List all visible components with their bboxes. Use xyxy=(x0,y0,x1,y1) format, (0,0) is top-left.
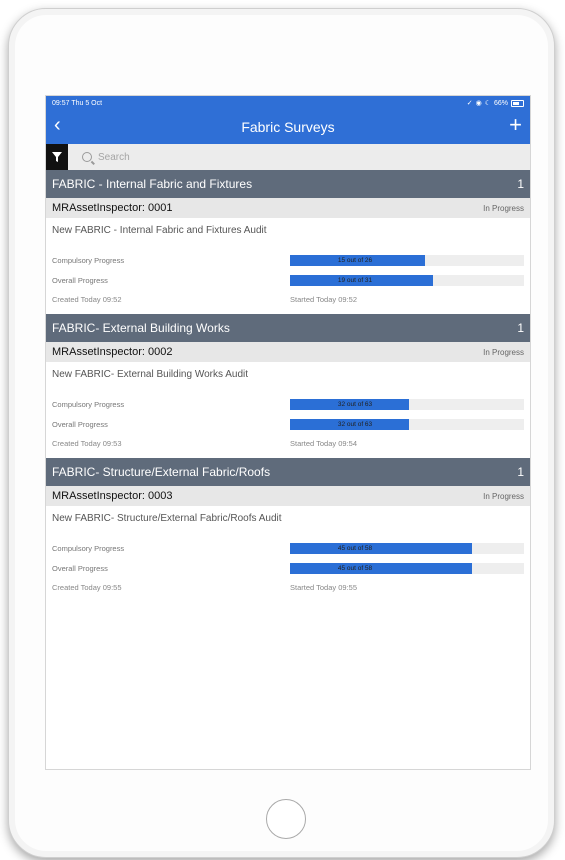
wifi-icon: ✓ xyxy=(466,100,473,107)
section-header[interactable]: FABRIC- External Building Works 1 xyxy=(46,314,530,342)
filter-icon xyxy=(52,152,62,162)
compulsory-progress-row: Compulsory Progress 32 out of 63 xyxy=(52,398,524,410)
status-bar: 09:57 Thu 5 Oct ✓ ◉ ☾ 66% xyxy=(46,96,530,110)
compulsory-progress-text: 45 out of 58 xyxy=(337,544,373,552)
overall-progress-text: 45 out of 58 xyxy=(337,564,373,572)
overall-progress-text: 32 out of 63 xyxy=(337,420,373,428)
search-bar: Search xyxy=(46,144,530,170)
battery-icon xyxy=(511,99,524,107)
audit-card[interactable]: New FABRIC - Internal Fabric and Fixture… xyxy=(46,218,530,314)
search-input[interactable]: Search xyxy=(72,147,526,167)
status-time: 09:57 Thu 5 Oct xyxy=(52,99,103,107)
section-title: FABRIC- Structure/External Fabric/Roofs xyxy=(52,465,271,479)
section-count: 1 xyxy=(517,321,524,335)
search-icon xyxy=(82,152,92,162)
compulsory-progress-row: Compulsory Progress 45 out of 58 xyxy=(52,542,524,554)
section-header[interactable]: FABRIC - Internal Fabric and Fixtures 1 xyxy=(46,170,530,198)
audit-card[interactable]: New FABRIC- External Building Works Audi… xyxy=(46,362,530,458)
section-count: 1 xyxy=(517,177,524,191)
navigation-bar: ‹ Fabric Surveys + xyxy=(46,110,530,144)
status-badge: In Progress xyxy=(483,347,524,357)
audit-title: New FABRIC - Internal Fabric and Fixture… xyxy=(52,225,267,236)
overall-progress-bar: 32 out of 63 xyxy=(290,418,524,430)
overall-progress-text: 19 out of 31 xyxy=(337,276,373,284)
survey-section: FABRIC- Structure/External Fabric/Roofs … xyxy=(46,458,530,602)
battery-percent: 66% xyxy=(493,99,508,107)
audit-title: New FABRIC- Structure/External Fabric/Ro… xyxy=(52,513,282,524)
inspector-row[interactable]: MRAssetInspector: 0003 In Progress xyxy=(46,486,530,506)
created-timestamp: Created Today 09:55 xyxy=(52,583,122,592)
survey-section: FABRIC- External Building Works 1 MRAsse… xyxy=(46,314,530,458)
compulsory-progress-bar: 45 out of 58 xyxy=(290,542,524,554)
audit-card[interactable]: New FABRIC- Structure/External Fabric/Ro… xyxy=(46,506,530,602)
section-title: FABRIC - Internal Fabric and Fixtures xyxy=(52,177,253,191)
section-title: FABRIC- External Building Works xyxy=(52,321,230,335)
inspector-id: MRAssetInspector: 0003 xyxy=(52,490,173,502)
compulsory-progress-label: Compulsory Progress xyxy=(52,399,125,409)
inspector-row[interactable]: MRAssetInspector: 0001 In Progress xyxy=(46,198,530,218)
status-badge: In Progress xyxy=(483,491,524,501)
home-button[interactable] xyxy=(266,799,306,839)
status-indicators: ✓ ◉ ☾ 66% xyxy=(467,99,524,107)
survey-list: FABRIC - Internal Fabric and Fixtures 1 … xyxy=(46,170,530,602)
inspector-id: MRAssetInspector: 0001 xyxy=(52,202,173,214)
compulsory-progress-label: Compulsory Progress xyxy=(52,543,125,553)
started-timestamp: Started Today 09:54 xyxy=(290,439,357,448)
search-placeholder: Search xyxy=(98,151,130,163)
compulsory-progress-text: 32 out of 63 xyxy=(337,400,373,408)
overall-progress-row: Overall Progress 45 out of 58 xyxy=(52,562,524,574)
overall-progress-bar: 45 out of 58 xyxy=(290,562,524,574)
compulsory-progress-label: Compulsory Progress xyxy=(52,255,125,265)
compulsory-progress-bar: 15 out of 26 xyxy=(290,254,524,266)
inspector-id: MRAssetInspector: 0002 xyxy=(52,346,173,358)
audit-title: New FABRIC- External Building Works Audi… xyxy=(52,369,249,380)
inspector-row[interactable]: MRAssetInspector: 0002 In Progress xyxy=(46,342,530,362)
overall-progress-label: Overall Progress xyxy=(52,563,108,573)
started-timestamp: Started Today 09:52 xyxy=(290,295,357,304)
compulsory-progress-text: 15 out of 26 xyxy=(337,256,373,264)
page-title: Fabric Surveys xyxy=(241,119,335,135)
app-screen: 09:57 Thu 5 Oct ✓ ◉ ☾ 66% ‹ Fabric Surve… xyxy=(45,95,531,770)
overall-progress-row: Overall Progress 19 out of 31 xyxy=(52,274,524,286)
status-badge: In Progress xyxy=(483,203,524,213)
created-timestamp: Created Today 09:52 xyxy=(52,295,122,304)
overall-progress-label: Overall Progress xyxy=(52,275,108,285)
moon-icon: ☾ xyxy=(484,100,491,107)
started-timestamp: Started Today 09:55 xyxy=(290,583,357,592)
plus-icon[interactable]: + xyxy=(509,111,522,139)
location-icon: ◉ xyxy=(475,100,482,107)
filter-button[interactable] xyxy=(46,144,68,170)
created-timestamp: Created Today 09:53 xyxy=(52,439,122,448)
compulsory-progress-bar: 32 out of 63 xyxy=(290,398,524,410)
compulsory-progress-row: Compulsory Progress 15 out of 26 xyxy=(52,254,524,266)
section-count: 1 xyxy=(517,465,524,479)
section-header[interactable]: FABRIC- Structure/External Fabric/Roofs … xyxy=(46,458,530,486)
overall-progress-label: Overall Progress xyxy=(52,419,108,429)
overall-progress-bar: 19 out of 31 xyxy=(290,274,524,286)
overall-progress-row: Overall Progress 32 out of 63 xyxy=(52,418,524,430)
survey-section: FABRIC - Internal Fabric and Fixtures 1 … xyxy=(46,170,530,314)
